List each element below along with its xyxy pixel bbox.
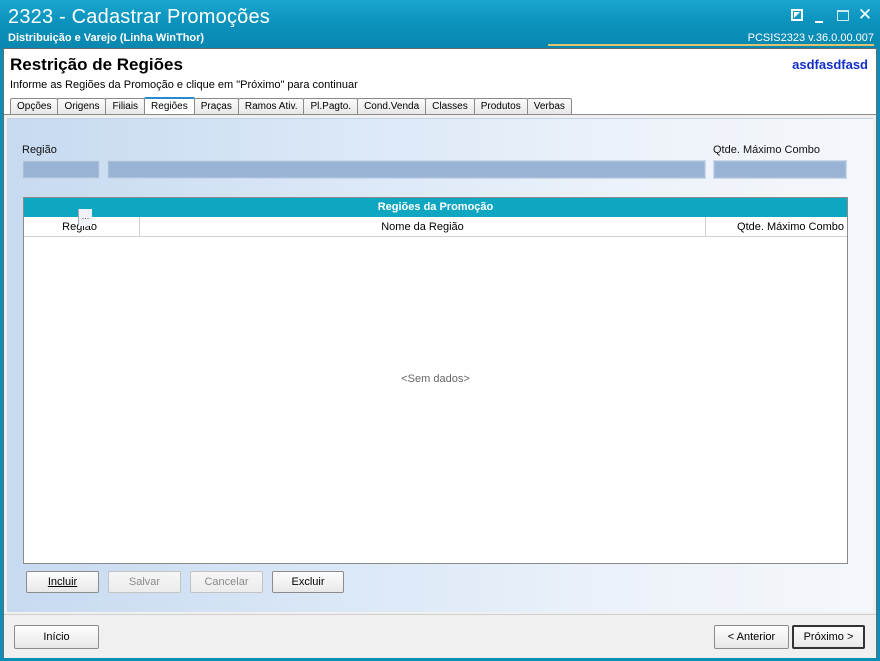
title-bar: 2323 - Cadastrar Promoções Distribuição … bbox=[0, 0, 880, 48]
incluir-button[interactable]: Incluir bbox=[26, 571, 99, 593]
minimize-icon[interactable] bbox=[810, 6, 828, 24]
incluir-label: Incluir bbox=[47, 576, 78, 588]
column-header-nome-regiao[interactable]: Nome da Região bbox=[140, 217, 706, 237]
window-subtitle: Distribuição e Varejo (Linha WinThor) bbox=[8, 32, 205, 44]
empty-grid-message: <Sem dados> bbox=[401, 373, 470, 385]
excluir-button[interactable]: Excluir bbox=[272, 571, 344, 593]
page-instructions: Informe as Regiões da Promoção e clique … bbox=[10, 79, 358, 91]
page-title: Restrição de Regiões bbox=[10, 55, 183, 74]
tab-cond-venda[interactable]: Cond.Venda bbox=[357, 98, 427, 115]
tab-pracas[interactable]: Praças bbox=[193, 98, 239, 115]
tab-pl-pagto[interactable]: Pl.Pagto. bbox=[303, 98, 359, 115]
close-icon[interactable]: ✕ bbox=[856, 6, 874, 24]
salvar-button[interactable]: Salvar bbox=[108, 571, 181, 593]
page-header: Restrição de Regiões Informe as Regiões … bbox=[4, 49, 876, 115]
user-name: asdfasdfasd bbox=[792, 57, 868, 72]
tab-divider bbox=[4, 114, 876, 115]
tab-produtos[interactable]: Produtos bbox=[473, 98, 528, 115]
anterior-button[interactable]: < Anterior bbox=[714, 625, 789, 649]
tab-verbas[interactable]: Verbas bbox=[526, 98, 572, 115]
grid-caption: Regiões da Promoção bbox=[24, 198, 847, 217]
column-header-qtde-maximo[interactable]: Qtde. Máximo Combo bbox=[706, 217, 847, 237]
title-underline bbox=[548, 44, 874, 46]
wizard-footer: Início < Anterior Próximo > bbox=[4, 614, 876, 658]
qtde-maximo-label: Qtde. Máximo Combo bbox=[713, 144, 820, 156]
tab-classes[interactable]: Classes bbox=[425, 98, 475, 115]
tab-ramos-ativ[interactable]: Ramos Ativ. bbox=[237, 98, 305, 115]
qtde-maximo-input[interactable] bbox=[713, 160, 847, 179]
nome-regiao-field bbox=[107, 160, 706, 179]
inicio-button[interactable]: Início bbox=[14, 625, 99, 649]
regiao-lookup-button[interactable]: ... bbox=[78, 209, 92, 226]
tab-strip: Opções Origens Filiais Regiões Praças Ra… bbox=[10, 97, 572, 115]
window-title: 2323 - Cadastrar Promoções bbox=[8, 6, 270, 28]
regioes-grid: Regiões da Promoção Região Nome da Regiã… bbox=[23, 197, 848, 564]
restore-icon[interactable] bbox=[788, 6, 806, 24]
proximo-button[interactable]: Próximo > bbox=[792, 625, 865, 649]
tab-regioes[interactable]: Regiões bbox=[144, 97, 195, 115]
version-label: PCSIS2323 v.36.0.00.007 bbox=[747, 32, 874, 44]
cancelar-button[interactable]: Cancelar bbox=[190, 571, 263, 593]
tab-filiais[interactable]: Filiais bbox=[105, 98, 146, 115]
tab-origens[interactable]: Origens bbox=[57, 98, 107, 115]
tab-opcoes[interactable]: Opções bbox=[10, 98, 59, 115]
regiao-label: Região bbox=[22, 144, 57, 156]
regiao-input[interactable] bbox=[22, 160, 100, 179]
maximize-icon[interactable] bbox=[834, 6, 852, 24]
content-panel: Região Qtde. Máximo Combo Regiões da Pro… bbox=[7, 118, 873, 612]
main-window: Restrição de Regiões Informe as Regiões … bbox=[3, 48, 877, 658]
grid-header: Região Nome da Região Qtde. Máximo Combo bbox=[24, 217, 847, 237]
